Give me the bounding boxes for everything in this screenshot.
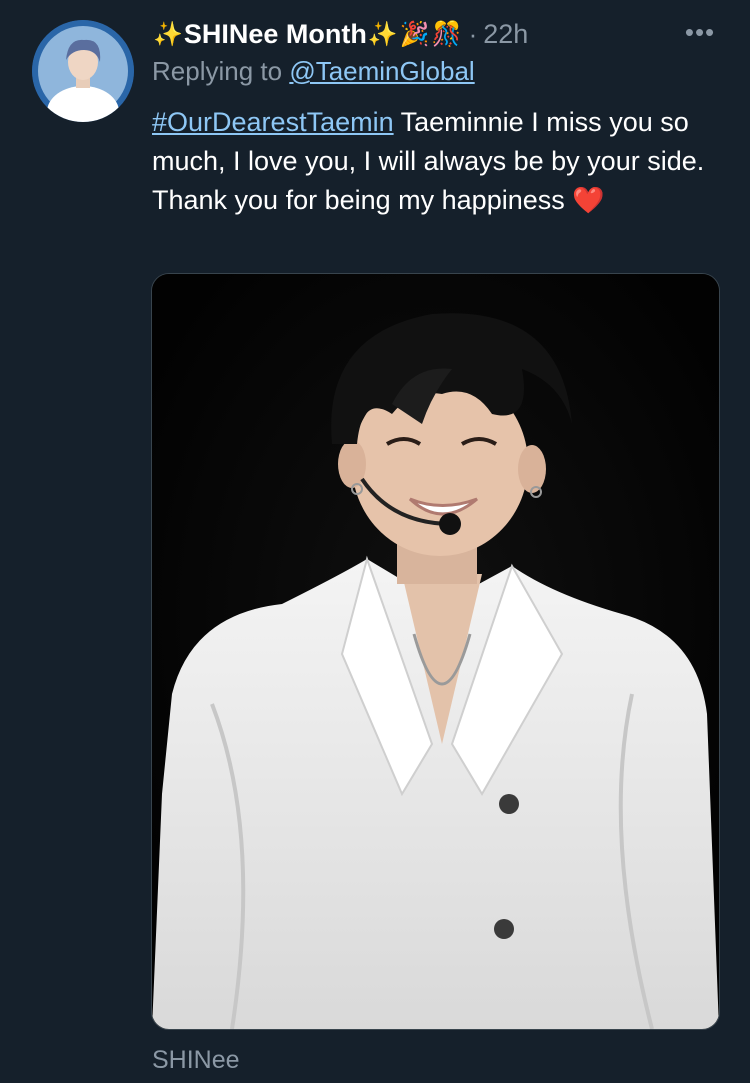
performer-photo — [152, 274, 719, 1029]
avatar-picture — [32, 20, 134, 122]
party-popper-emoji: 🎉 — [399, 20, 430, 48]
tweet-text: #OurDearestTaemin Taeminnie I miss you s… — [152, 103, 727, 220]
sparkles-emoji: ✨ — [153, 20, 183, 48]
more-dots-icon[interactable]: ••• — [680, 14, 720, 50]
source-label[interactable]: SHINee — [152, 1046, 240, 1075]
replying-prefix: Replying to — [152, 56, 283, 86]
timestamp[interactable]: 22h — [483, 19, 528, 50]
confetti-emoji: 🎊 — [431, 20, 462, 48]
tweet-header: ✨ SHINee Month ✨ 🎉 🎊 · 22h — [152, 14, 528, 54]
display-name[interactable]: SHINee Month — [184, 19, 367, 50]
hashtag-link[interactable]: #OurDearestTaemin — [152, 107, 394, 137]
heart-emoji: ❤️ — [572, 185, 605, 215]
tweet: ✨ SHINee Month ✨ 🎉 🎊 · 22h ••• Replying … — [0, 0, 750, 1083]
separator-dot: · — [468, 18, 478, 49]
more-label: ••• — [684, 16, 716, 47]
tweet-photo[interactable] — [151, 273, 720, 1030]
avatar[interactable] — [32, 20, 134, 122]
replying-handle-link[interactable]: @TaeminGlobal — [289, 56, 474, 86]
replying-to: Replying to @TaeminGlobal — [152, 56, 475, 87]
sparkles-emoji: ✨ — [367, 20, 398, 48]
